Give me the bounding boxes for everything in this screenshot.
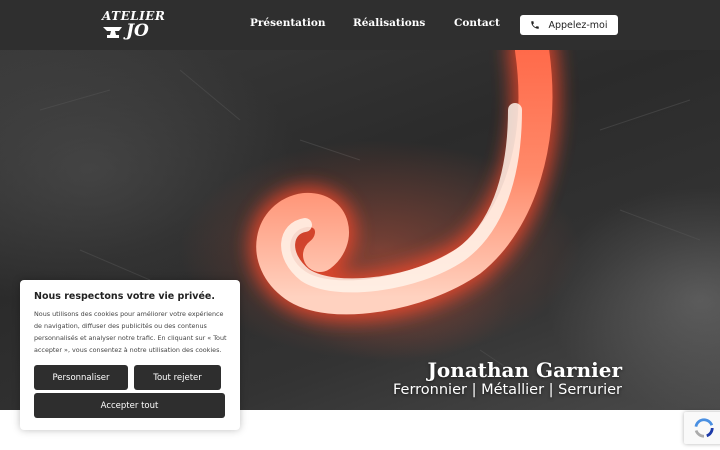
hero-subtitle: Ferronnier | Métallier | Serrurier (392, 382, 622, 398)
recaptcha-icon (694, 418, 714, 438)
hero-title: Jonathan Garnier (427, 358, 622, 382)
recaptcha-badge[interactable] (684, 412, 720, 444)
cookie-title: Nous respectons votre vie privée. (34, 291, 215, 302)
reject-all-button[interactable]: Tout rejeter (134, 365, 221, 390)
accept-all-button[interactable]: Accepter tout (34, 393, 225, 418)
customize-button[interactable]: Personnaliser (34, 365, 128, 390)
nav-contact[interactable]: Contact (454, 17, 500, 29)
nav-realisations[interactable]: Réalisations (353, 17, 425, 29)
nav-presentation[interactable]: Présentation (250, 17, 325, 29)
anvil-icon (103, 27, 122, 38)
site-header: ATELIER JO Présentation Réalisations Con… (0, 0, 720, 50)
cookie-text: Nous utilisons des cookies pour améliore… (34, 310, 227, 354)
call-button-label: Appelez-moi (548, 19, 608, 31)
call-button[interactable]: Appelez-moi (520, 15, 618, 35)
phone-icon (531, 21, 540, 29)
cookie-banner: Nous respectons votre vie privée. Nous u… (20, 280, 240, 430)
logo-line2: JO (126, 21, 149, 41)
site-logo[interactable]: ATELIER JO (100, 7, 165, 43)
